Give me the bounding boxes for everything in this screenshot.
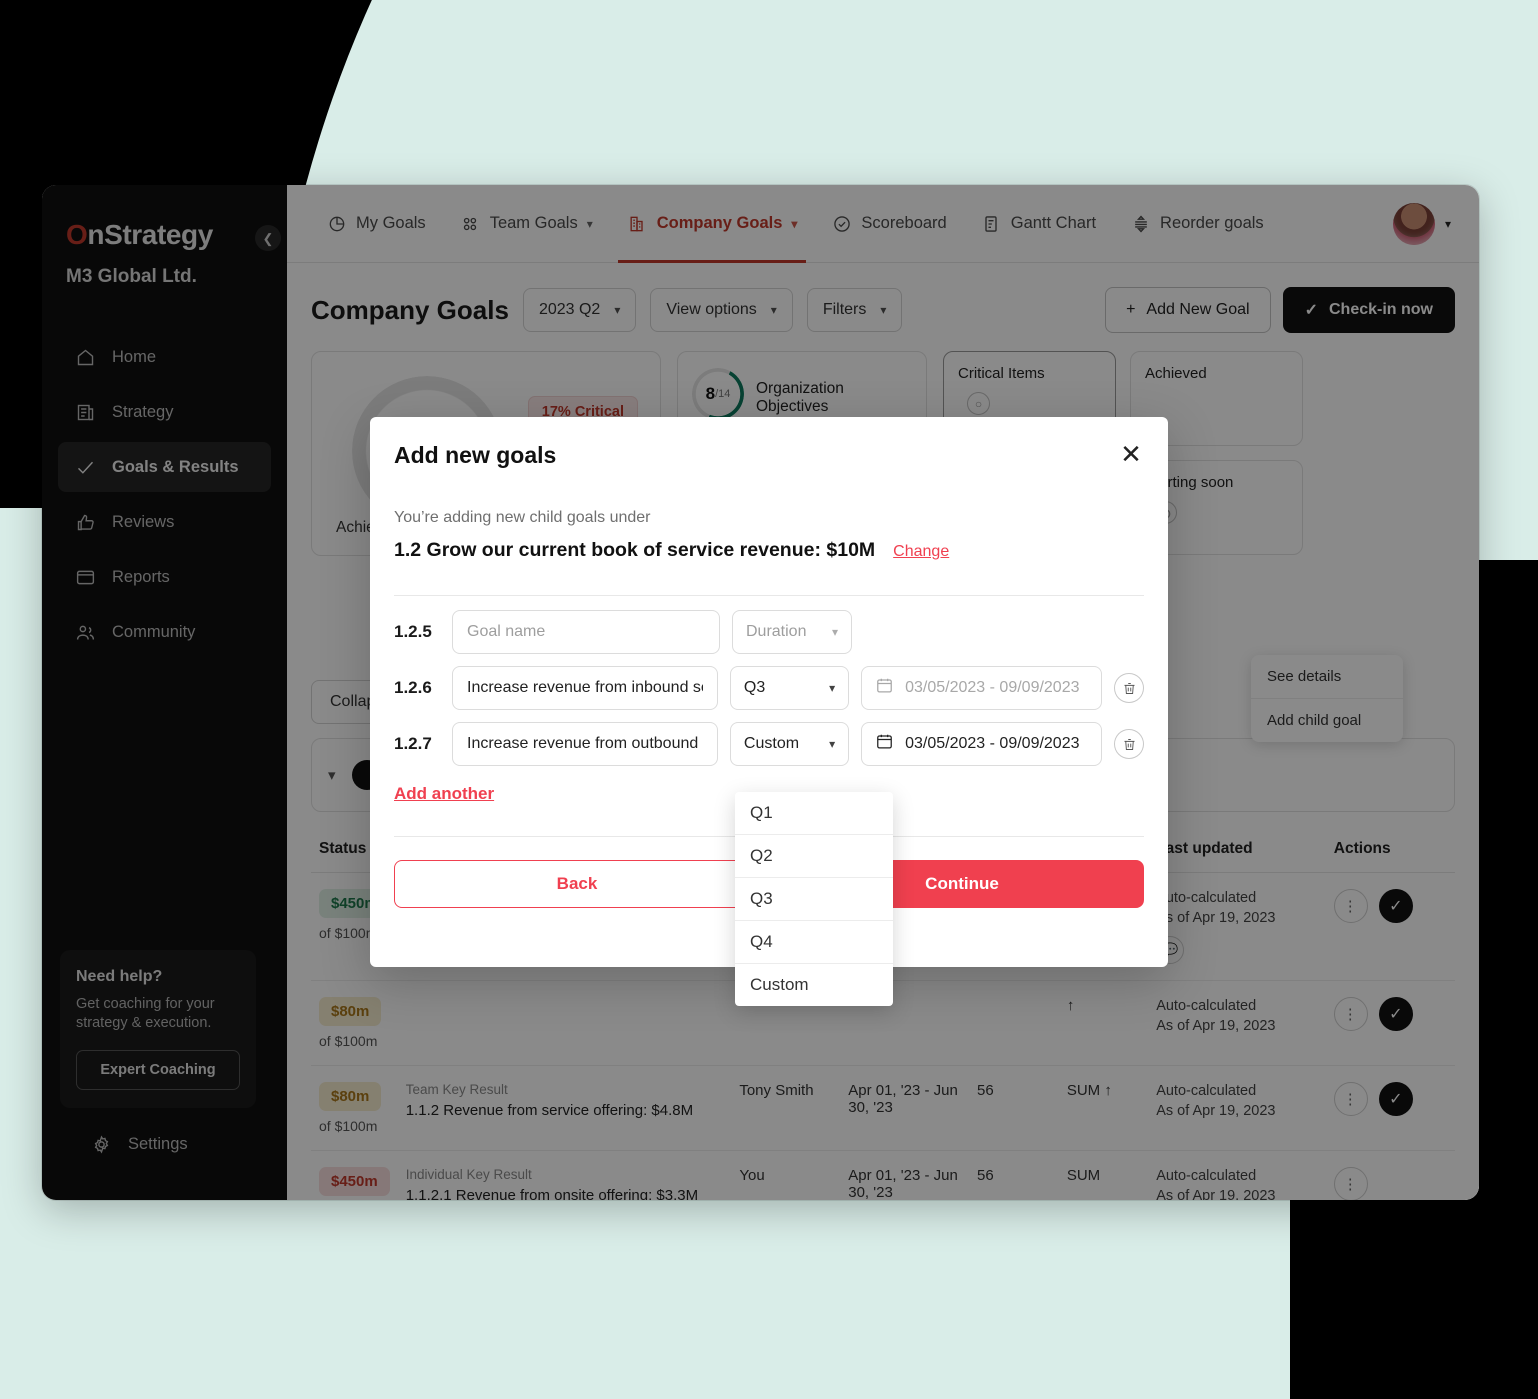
modal-parent-goal: 1.2 Grow our current book of service rev… [394, 539, 876, 561]
goal-number: 1.2.5 [394, 622, 432, 641]
duration-option-custom[interactable]: Custom [735, 963, 893, 1006]
duration-select-value: Custom [743, 735, 800, 752]
goal-name-input[interactable] [452, 722, 718, 766]
date-range-field[interactable]: 03/05/2023 - 09/09/2023 [861, 722, 1103, 766]
goal-name-input[interactable] [452, 610, 720, 654]
modal-subtitle: You’re adding new child goals under [394, 509, 651, 526]
new-goal-row: 1.2.5 Duration ▾ [394, 610, 1144, 654]
goal-number: 1.2.7 [394, 734, 432, 753]
back-button[interactable]: Back [394, 860, 760, 908]
new-goal-row: 1.2.7 Custom ▾ 03/05/2023 - 09/09/2023 [394, 722, 1144, 766]
chevron-down-icon: ▾ [831, 625, 838, 639]
close-icon[interactable]: ✕ [1114, 437, 1148, 471]
duration-option-q2[interactable]: Q2 [735, 834, 893, 877]
goal-number: 1.2.6 [394, 678, 432, 697]
duration-option-q4[interactable]: Q4 [735, 920, 893, 963]
add-another-link[interactable]: Add another [394, 784, 494, 804]
chevron-down-icon: ▾ [829, 737, 836, 751]
new-goal-rows: 1.2.5 Duration ▾ 1.2.6 Q3 ▾ 03/05/2023 -… [370, 596, 1168, 804]
calendar-icon [875, 732, 894, 756]
duration-dropdown-menu: Q1 Q2 Q3 Q4 Custom [735, 792, 893, 1006]
delete-row-button[interactable] [1114, 729, 1144, 759]
stage: OnStrategy M3 Global Ltd. ❮ Home Strateg… [0, 0, 1538, 1399]
date-range-value: 03/05/2023 - 09/09/2023 [905, 735, 1080, 752]
decorative-black-block [1290, 1227, 1538, 1399]
duration-select-value: Duration [746, 623, 807, 640]
new-goal-row: 1.2.6 Q3 ▾ 03/05/2023 - 09/09/2023 [394, 666, 1144, 710]
modal-parent-row: 1.2 Grow our current book of service rev… [370, 527, 1168, 562]
date-range-field[interactable]: 03/05/2023 - 09/09/2023 [861, 666, 1103, 710]
date-range-value: 03/05/2023 - 09/09/2023 [905, 679, 1080, 696]
duration-option-q1[interactable]: Q1 [735, 792, 893, 834]
goal-name-input[interactable] [452, 666, 718, 710]
duration-select[interactable]: Custom ▾ [729, 722, 850, 766]
modal-title: Add new goals [394, 442, 557, 468]
duration-select[interactable]: Duration ▾ [732, 610, 852, 654]
duration-select-value: Q3 [743, 679, 766, 696]
chevron-down-icon: ▾ [829, 681, 836, 695]
duration-select[interactable]: Q3 ▾ [729, 666, 850, 710]
delete-row-button[interactable] [1114, 673, 1144, 703]
change-parent-link[interactable]: Change [893, 543, 949, 561]
duration-option-q3[interactable]: Q3 [735, 877, 893, 920]
calendar-icon [875, 676, 894, 700]
